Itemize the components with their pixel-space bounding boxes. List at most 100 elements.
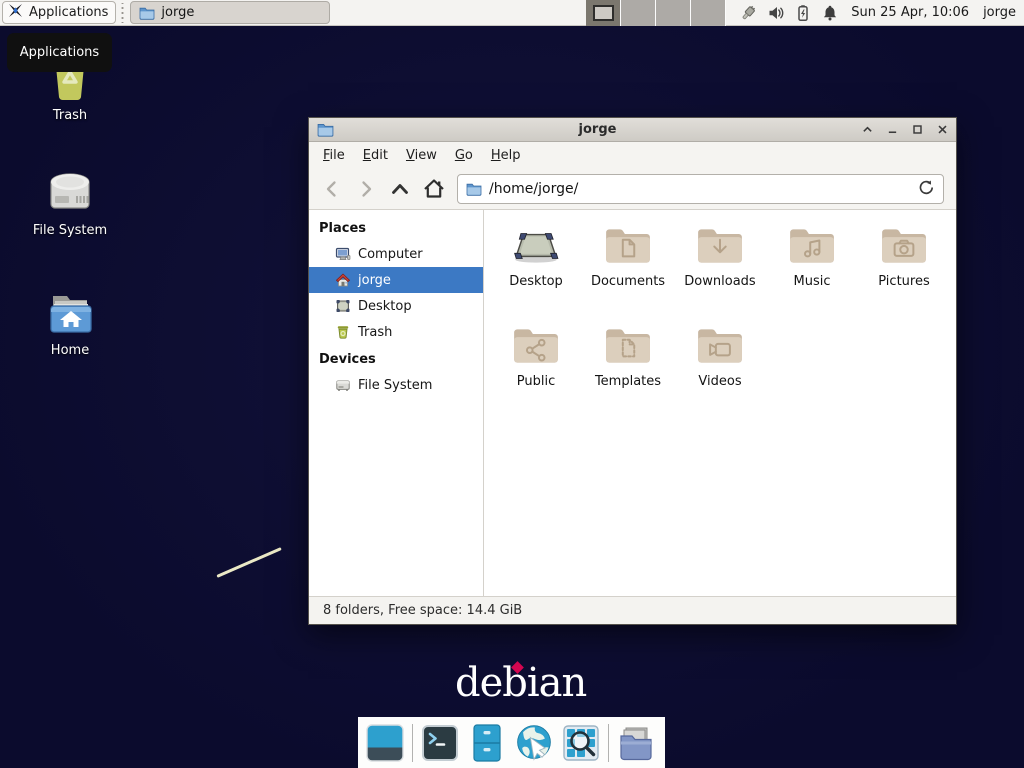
terminal-icon[interactable] — [420, 723, 460, 763]
hard-drive-icon — [43, 170, 97, 216]
desktop-icon-label: Home — [51, 343, 89, 358]
file-item-downloads[interactable]: Downloads — [674, 224, 766, 320]
workspace-2[interactable] — [621, 0, 656, 26]
system-tray — [740, 4, 839, 22]
maximize-button[interactable] — [911, 124, 923, 136]
sidebar-item-jorge[interactable]: jorge — [309, 267, 483, 293]
path-input[interactable] — [489, 181, 911, 197]
downloads-folder-icon — [695, 224, 745, 268]
sidebar-item-computer[interactable]: Computer — [309, 241, 483, 267]
music-folder-icon — [787, 224, 837, 268]
file-item-label: Templates — [595, 374, 661, 389]
file-item-templates[interactable]: Templates — [582, 324, 674, 420]
dock-folder-icon[interactable] — [616, 723, 656, 763]
path-folder-icon — [466, 181, 482, 197]
desktop-icon-file-system[interactable]: File System — [22, 170, 118, 238]
file-item-public[interactable]: Public — [490, 324, 582, 420]
sidebar-item-desktop[interactable]: Desktop — [309, 293, 483, 319]
file-item-label: Desktop — [509, 274, 563, 289]
menu-edit[interactable]: Edit — [354, 144, 397, 167]
taskbar-window-label: jorge — [161, 5, 194, 20]
sidebar-heading-places: Places — [309, 214, 483, 241]
videos-folder-icon — [695, 324, 745, 368]
toolbar — [309, 169, 956, 210]
window-title: jorge — [334, 122, 861, 137]
home-button[interactable] — [421, 176, 447, 202]
file-item-label: Public — [517, 374, 555, 389]
shade-button[interactable] — [861, 124, 873, 136]
file-item-label: Music — [794, 274, 831, 289]
menu-view[interactable]: View — [397, 144, 446, 167]
top-panel: Applications jorge — [0, 0, 1024, 26]
xfce-applications-icon — [7, 2, 24, 23]
desktop-pad-icon — [511, 224, 561, 268]
panel-handle[interactable] — [119, 3, 126, 23]
workspace-3[interactable] — [656, 0, 691, 26]
file-item-desktop[interactable]: Desktop — [490, 224, 582, 320]
removable-media-icon[interactable] — [740, 4, 758, 22]
titlebar[interactable]: jorge — [309, 118, 956, 142]
applications-tooltip: Applications — [7, 33, 112, 72]
window-folder-icon — [317, 121, 334, 138]
menu-help[interactable]: Help — [482, 144, 530, 167]
sidebar: Places Computer jorge — [309, 210, 484, 596]
sidebar-item-label: jorge — [358, 273, 391, 288]
menu-go[interactable]: Go — [446, 144, 482, 167]
up-button[interactable] — [387, 176, 413, 202]
desktop-place-icon — [335, 298, 351, 314]
desktop-icon-label: Trash — [53, 108, 87, 123]
files-area[interactable]: Desktop Documents Downloads — [484, 210, 956, 596]
applications-menu-button[interactable]: Applications — [2, 1, 116, 24]
file-manager-icon[interactable] — [467, 723, 507, 763]
back-button[interactable] — [319, 176, 345, 202]
workspace-switcher[interactable] — [586, 0, 726, 26]
documents-folder-icon — [603, 224, 653, 268]
application-finder-icon[interactable] — [561, 723, 601, 763]
sidebar-item-label: File System — [358, 378, 432, 393]
desktop-icon-home[interactable]: Home — [22, 292, 118, 358]
templates-folder-icon — [603, 324, 653, 368]
dock-separator — [412, 724, 413, 762]
debian-logo: debian — [455, 660, 586, 706]
clock[interactable]: Sun 25 Apr, 10:06 — [851, 5, 969, 20]
desktop[interactable]: { "colors": { "desktop_background": "#0c… — [0, 0, 1024, 768]
minimize-button[interactable] — [886, 124, 898, 136]
sidebar-item-trash[interactable]: Trash — [309, 319, 483, 345]
sidebar-item-file-system[interactable]: File System — [309, 372, 483, 398]
sidebar-item-label: Computer — [358, 247, 423, 262]
drive-icon — [335, 377, 351, 393]
window-folder-icon — [139, 5, 155, 21]
file-manager-window: jorge File Edit View Go Help — [308, 117, 957, 625]
reload-button[interactable] — [918, 179, 935, 200]
file-item-label: Pictures — [878, 274, 929, 289]
public-folder-icon — [511, 324, 561, 368]
notifications-bell-icon[interactable] — [821, 4, 839, 22]
menubar: File Edit View Go Help — [309, 142, 956, 169]
file-item-music[interactable]: Music — [766, 224, 858, 320]
forward-button[interactable] — [353, 176, 379, 202]
close-button[interactable] — [936, 124, 948, 136]
computer-icon — [335, 246, 351, 262]
battery-icon[interactable] — [794, 4, 812, 22]
pictures-folder-icon — [879, 224, 929, 268]
web-browser-icon[interactable] — [514, 723, 554, 763]
applications-menu-label: Applications — [29, 5, 108, 20]
path-bar[interactable] — [457, 174, 944, 204]
desktop-icon-label: File System — [33, 223, 107, 238]
file-item-label: Videos — [698, 374, 741, 389]
trash-small-icon — [335, 324, 351, 340]
volume-icon[interactable] — [767, 4, 785, 22]
tooltip-text: Applications — [20, 45, 99, 60]
show-desktop-icon[interactable] — [365, 723, 405, 763]
sidebar-item-label: Desktop — [358, 299, 412, 314]
dock-separator — [608, 724, 609, 762]
taskbar-window-button[interactable]: jorge — [130, 1, 330, 24]
menu-file[interactable]: File — [314, 144, 354, 167]
file-item-pictures[interactable]: Pictures — [858, 224, 950, 320]
panel-username[interactable]: jorge — [983, 5, 1016, 20]
file-item-videos[interactable]: Videos — [674, 324, 766, 420]
file-item-label: Downloads — [684, 274, 755, 289]
workspace-1[interactable] — [586, 0, 621, 26]
workspace-4[interactable] — [691, 0, 726, 26]
file-item-documents[interactable]: Documents — [582, 224, 674, 320]
